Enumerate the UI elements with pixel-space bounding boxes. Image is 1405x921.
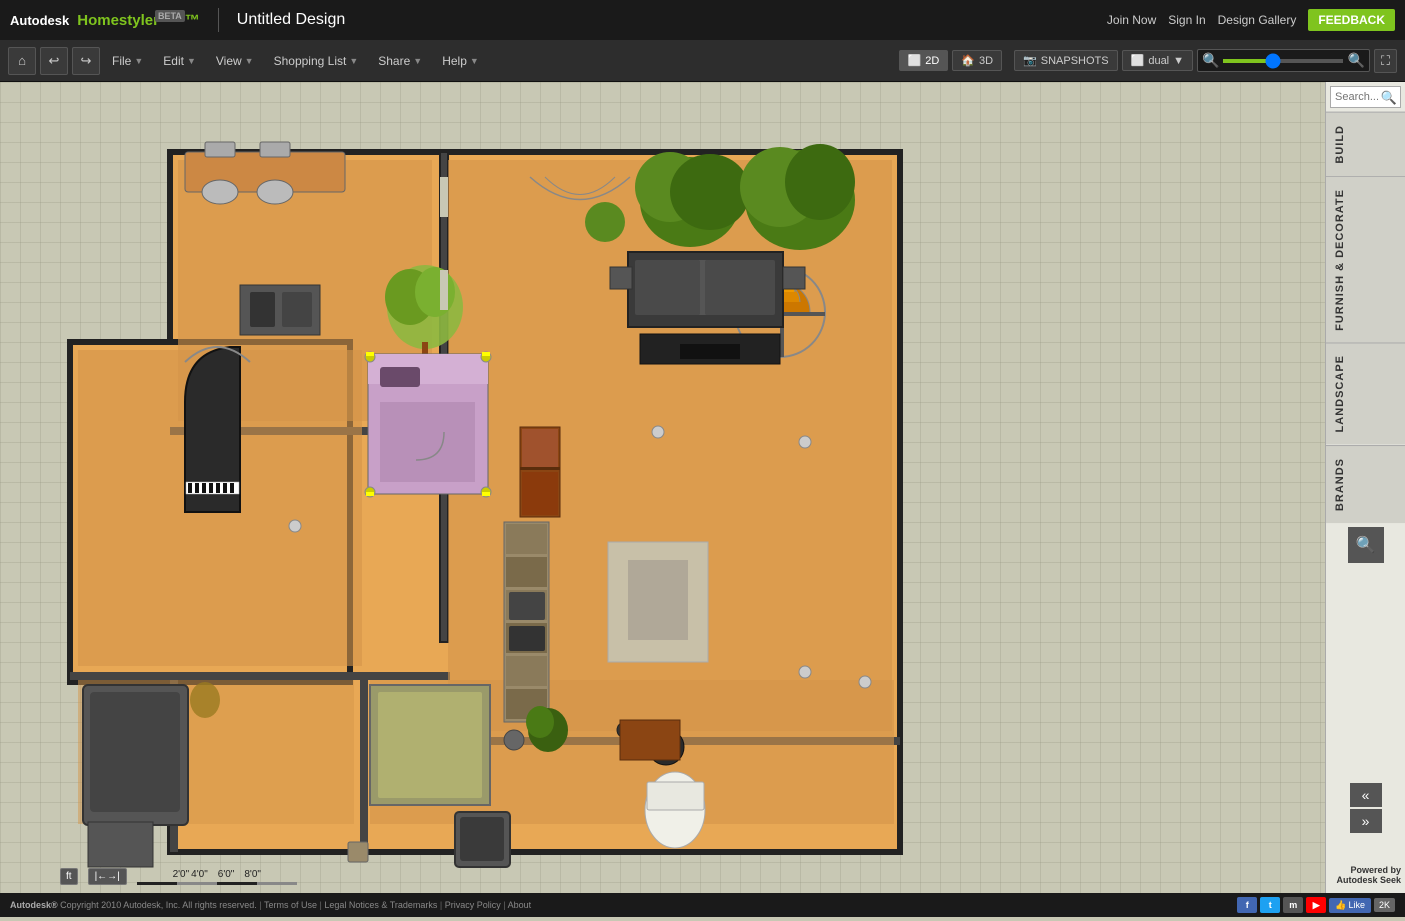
powered-by-text: Powered by Autodesk Seek	[1330, 865, 1401, 885]
twitter-icon[interactable]: t	[1260, 897, 1280, 913]
undo-button[interactable]: ↩	[40, 47, 68, 75]
zoom-in-button[interactable]: 🔍	[1347, 52, 1364, 69]
dual-arrow: ▼	[1173, 55, 1184, 67]
brands-tab[interactable]: BRANDS	[1326, 445, 1405, 523]
floorplan-container	[10, 92, 1325, 893]
fullscreen-button[interactable]: ⛶	[1374, 49, 1397, 73]
edit-menu[interactable]: Edit ▼	[155, 50, 204, 72]
footer-bar: Autodesk® Copyright 2010 Autodesk, Inc. …	[0, 893, 1405, 917]
build-tab[interactable]: BUILD	[1326, 112, 1405, 176]
dual-icon: ⬜	[1131, 54, 1145, 67]
youtube-icon[interactable]: ▶	[1306, 897, 1326, 913]
file-menu-arrow: ▼	[134, 56, 143, 66]
right-panel-tabs: BUILD FURNISH & DECORATE LANDSCAPE BRAND…	[1326, 112, 1405, 523]
main-content-area: ft |←→| 2'0" 4'0" 6'0" 8'0" 🔍 BUILD FURN…	[0, 82, 1405, 893]
top-right-navigation: Join Now Sign In Design Gallery FEEDBACK	[1107, 9, 1395, 31]
top-navigation-bar: Autodesk HomestylerBETA™ Untitled Design…	[0, 0, 1405, 40]
landscape-tab[interactable]: LANDSCAPE	[1326, 342, 1405, 444]
canvas-area[interactable]: ft |←→| 2'0" 4'0" 6'0" 8'0"	[0, 82, 1325, 893]
scale-bar-container: ft |←→| 2'0" 4'0" 6'0" 8'0"	[60, 868, 297, 885]
legal-link[interactable]: Legal Notices & Trademarks	[324, 900, 437, 910]
shopping-list-arrow: ▼	[349, 56, 358, 66]
help-menu[interactable]: Help ▼	[434, 50, 487, 72]
collapse-buttons: « »	[1326, 783, 1405, 833]
share-menu[interactable]: Share ▼	[370, 50, 430, 72]
footer-copyright: Autodesk® Copyright 2010 Autodesk, Inc. …	[10, 900, 531, 910]
unit-button[interactable]: ft	[60, 868, 78, 885]
camera-icon: 📷	[1023, 54, 1037, 67]
collapse-down-button[interactable]: »	[1350, 809, 1382, 833]
view-menu[interactable]: View ▼	[208, 50, 262, 72]
homestyler-logo: HomestylerBETA™	[77, 11, 200, 29]
terms-link[interactable]: Terms of Use	[264, 900, 317, 910]
redo-button[interactable]: ↪	[72, 47, 100, 75]
3d-mode-button[interactable]: 🏠 3D	[952, 50, 1002, 71]
view-menu-arrow: ▼	[245, 56, 254, 66]
logo-divider	[218, 8, 219, 32]
sign-in-link[interactable]: Sign In	[1168, 13, 1205, 27]
zoom-control: 🔍 🔍	[1197, 49, 1370, 72]
home-button[interactable]: ⌂	[8, 47, 36, 75]
edit-menu-arrow: ▼	[187, 56, 196, 66]
thumbs-up-icon: 👍	[1335, 900, 1346, 911]
collapse-up-button[interactable]: «	[1350, 783, 1382, 807]
file-menu[interactable]: File ▼	[104, 50, 151, 72]
2d-mode-button[interactable]: ⬜ 2D	[899, 50, 949, 71]
panel-search-button[interactable]: 🔍	[1381, 90, 1397, 106]
scale-bar: 2'0" 4'0" 6'0" 8'0"	[137, 869, 297, 885]
about-link[interactable]: About	[508, 900, 532, 910]
footer-social: f t m ▶ 👍 Like 2K	[1237, 897, 1395, 913]
like-button[interactable]: 👍 Like	[1329, 898, 1371, 913]
view-mode-group: ⬜ 2D 🏠 3D	[899, 50, 1003, 71]
zoom-slider[interactable]	[1223, 59, 1343, 63]
right-side-panel: 🔍 BUILD FURNISH & DECORATE LANDSCAPE BRA…	[1325, 82, 1405, 893]
snapshots-button[interactable]: 📷 SNAPSHOTS	[1014, 50, 1118, 71]
autodesk-footer-logo: Autodesk®	[10, 900, 58, 910]
privacy-link[interactable]: Privacy Policy	[445, 900, 501, 910]
dual-button[interactable]: ⬜ dual ▼	[1122, 50, 1193, 71]
autodesk-logo: Autodesk	[10, 13, 69, 28]
3d-icon: 🏠	[961, 54, 975, 67]
search-box-container: 🔍	[1326, 82, 1405, 112]
feedback-button[interactable]: FEEDBACK	[1308, 9, 1395, 31]
search-large-button[interactable]: 🔍	[1348, 527, 1384, 563]
main-toolbar: ⌂ ↩ ↪ File ▼ Edit ▼ View ▼ Shopping List…	[0, 40, 1405, 82]
join-now-link[interactable]: Join Now	[1107, 13, 1156, 27]
measure-button[interactable]: |←→|	[88, 868, 127, 885]
floorplan-svg	[10, 92, 930, 882]
shopping-list-menu[interactable]: Shopping List ▼	[266, 50, 367, 72]
zoom-out-button[interactable]: 🔍	[1202, 52, 1219, 69]
share-menu-arrow: ▼	[413, 56, 422, 66]
myspace-icon[interactable]: m	[1283, 897, 1303, 913]
beta-badge: BETA	[155, 10, 185, 22]
logo-area: Autodesk HomestylerBETA™ Untitled Design	[10, 8, 345, 32]
design-gallery-link[interactable]: Design Gallery	[1218, 13, 1297, 27]
facebook-icon[interactable]: f	[1237, 897, 1257, 913]
help-menu-arrow: ▼	[470, 56, 479, 66]
like-count-badge: 2K	[1374, 898, 1395, 912]
furnish-decorate-tab[interactable]: FURNISH & DECORATE	[1326, 176, 1405, 343]
design-title: Untitled Design	[237, 11, 346, 29]
2d-icon: ⬜	[908, 54, 922, 67]
